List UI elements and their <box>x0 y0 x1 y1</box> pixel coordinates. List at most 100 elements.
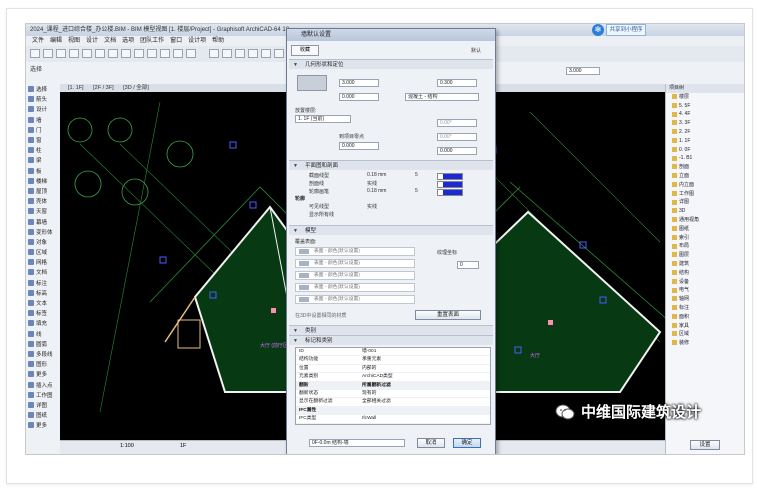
outline-row-value[interactable]: 实线 <box>367 203 377 210</box>
navigator-item[interactable]: 布局 <box>672 242 744 251</box>
navigator-item[interactable]: 区域 <box>672 330 744 339</box>
plan-row-pen[interactable]: 5 <box>415 172 418 178</box>
toolbar-icon[interactable] <box>261 49 271 58</box>
tab-floor-plan[interactable]: [1. 1F] <box>68 85 84 91</box>
plan-row-pen[interactable]: 5 <box>415 188 418 194</box>
navigator-item[interactable]: 装修 <box>672 339 744 348</box>
classification-row[interactable]: 显示在翻新过滤 全部相关过滤 <box>296 398 490 407</box>
info-height-field[interactable]: 3.000 <box>566 67 600 75</box>
toolbar-icon[interactable] <box>147 49 157 58</box>
toolbox-item[interactable]: 板 <box>26 166 60 176</box>
toolbox-item[interactable]: 梁 <box>26 155 60 165</box>
toolbox-item[interactable]: 门 <box>26 125 60 135</box>
status-zoom[interactable]: 1:100 <box>120 443 134 449</box>
status-story[interactable]: 1F <box>180 443 186 449</box>
toolbox-item[interactable]: 更多 <box>26 369 60 379</box>
tab-3d[interactable]: [3D / 全部] <box>123 85 149 91</box>
navigator-item[interactable]: 图层 <box>672 251 744 260</box>
navigator-item[interactable]: 5. 5F <box>672 102 744 111</box>
wall-offset-field[interactable]: 0.000 <box>339 93 379 101</box>
cancel-button[interactable]: 取消 <box>417 438 445 448</box>
navigator-item[interactable]: 图纸 <box>672 225 744 234</box>
navigator-item[interactable]: 立面 <box>672 172 744 181</box>
pen-color-swatch[interactable] <box>437 189 463 196</box>
navigator-settings-button[interactable]: 设置 <box>690 440 720 450</box>
toolbar-icon[interactable] <box>222 49 232 58</box>
classification-row[interactable]: 翻新 所属翻新过滤 <box>296 381 490 390</box>
surface-override-row[interactable]: 表面 - 颜色(默认设置) <box>295 295 415 304</box>
angle-field-1[interactable]: 0.00° <box>437 119 477 127</box>
base-story-select[interactable]: 1. 1F (当前) <box>295 115 351 123</box>
ref-line-field[interactable]: 0.000 <box>339 142 379 150</box>
toolbox-item[interactable]: 屋顶 <box>26 186 60 196</box>
toolbox-item[interactable]: 多段线 <box>26 349 60 359</box>
classification-row[interactable]: ID 墙-001 <box>296 348 490 357</box>
menu-item[interactable]: 帮助 <box>212 38 224 44</box>
bottom-elevation-field[interactable]: 0.000 <box>437 147 477 155</box>
navigator-item[interactable]: 工作图 <box>672 190 744 199</box>
menu-item[interactable]: 设计 <box>86 38 98 44</box>
toolbar-icon[interactable] <box>134 49 144 58</box>
tab-section[interactable]: [2F / 3F] <box>93 85 113 91</box>
toolbox-item[interactable]: 对象 <box>26 237 60 247</box>
layer-select[interactable]: 0F-0.0m 结构-墙 <box>309 439 405 447</box>
toolbox-item[interactable]: 圆弧 <box>26 339 60 349</box>
toolbar-icon[interactable] <box>82 49 92 58</box>
section-ifc-header[interactable]: 类别 <box>289 325 493 336</box>
navigator-item[interactable]: 标注 <box>672 304 744 313</box>
texture-field[interactable]: 0 <box>457 261 479 269</box>
toolbox-item[interactable]: 幕墙 <box>26 216 60 226</box>
toolbar-icon[interactable] <box>186 49 196 58</box>
toolbox-item[interactable]: 壳体 <box>26 196 60 206</box>
navigator-item[interactable]: 剖面 <box>672 163 744 172</box>
toolbox-item[interactable]: 楼梯 <box>26 176 60 186</box>
navigator-item[interactable]: 2. 2F <box>672 128 744 137</box>
navigator-item[interactable]: 索引 <box>672 234 744 243</box>
navigator-item[interactable]: 0. 0F <box>672 146 744 155</box>
navigator-item[interactable]: 1. 1F <box>672 137 744 146</box>
surface-override-row[interactable]: 表面 - 颜色(默认设置) <box>295 247 415 256</box>
navigator-item[interactable]: 面积 <box>672 313 744 322</box>
navigator-item[interactable]: 3. 3F <box>672 119 744 128</box>
navigator-item[interactable]: 详图 <box>672 198 744 207</box>
navigator-item[interactable]: -1. B1 <box>672 154 744 163</box>
menu-item[interactable]: 文档 <box>104 38 116 44</box>
pen-color-swatch[interactable] <box>437 181 463 188</box>
plan-row-value[interactable]: 0.18 mm <box>367 188 386 194</box>
toolbar-icon[interactable] <box>43 49 53 58</box>
toolbar-icon[interactable] <box>235 49 245 58</box>
toolbar-icon[interactable] <box>108 49 118 58</box>
classification-row[interactable]: 翻新状态 现有的 <box>296 390 490 399</box>
navigator-item[interactable]: 设备 <box>672 278 744 287</box>
toolbox-item[interactable]: 变形体 <box>26 227 60 237</box>
toolbox-item[interactable]: 更多 <box>26 420 60 430</box>
toolbox-item[interactable]: 详图 <box>26 400 60 410</box>
surface-override-row[interactable]: 表面 - 颜色(默认设置) <box>295 271 415 280</box>
toolbox-item[interactable]: 柱 <box>26 145 60 155</box>
surface-override-row[interactable]: 表面 - 颜色(默认设置) <box>295 259 415 268</box>
navigator-item[interactable]: 通用视角 <box>672 216 744 225</box>
wall-thickness-field[interactable]: 0.300 <box>437 79 477 87</box>
navigator-item[interactable]: 结构 <box>672 269 744 278</box>
toolbox-item[interactable]: 标注 <box>26 278 60 288</box>
menu-item[interactable]: 选项 <box>122 38 134 44</box>
section-geometry-header[interactable]: 几何形状和定位 <box>289 59 493 70</box>
classification-row[interactable]: 结构功能 承重元素 <box>296 356 490 365</box>
toolbar-icon[interactable] <box>173 49 183 58</box>
toolbox-item[interactable]: 箭头 <box>26 94 60 104</box>
classification-row[interactable]: 元素类别 ArchiCAD类型 <box>296 373 490 382</box>
menu-item[interactable]: 设计项 <box>188 38 206 44</box>
navigator-item[interactable]: 4. 4F <box>672 110 744 119</box>
menu-item[interactable]: 视图 <box>68 38 80 44</box>
toolbox-item[interactable]: 墙 <box>26 115 60 125</box>
surface-override-row[interactable]: 表面 - 颜色(默认设置) <box>295 283 415 292</box>
wall-height-field[interactable]: 3.000 <box>339 79 379 87</box>
toolbox-item[interactable]: 标高 <box>26 288 60 298</box>
toolbox-item[interactable]: 填充 <box>26 318 60 328</box>
toolbox-item[interactable]: 窗 <box>26 135 60 145</box>
default-link[interactable]: 默认 <box>471 47 481 54</box>
classification-row[interactable]: IFC类型 IfcWall <box>296 415 490 424</box>
plan-row-value[interactable]: 0.18 mm <box>367 172 386 178</box>
toolbox-item[interactable]: 选择 <box>26 84 60 94</box>
favorites-button[interactable]: 收藏 <box>291 45 319 56</box>
